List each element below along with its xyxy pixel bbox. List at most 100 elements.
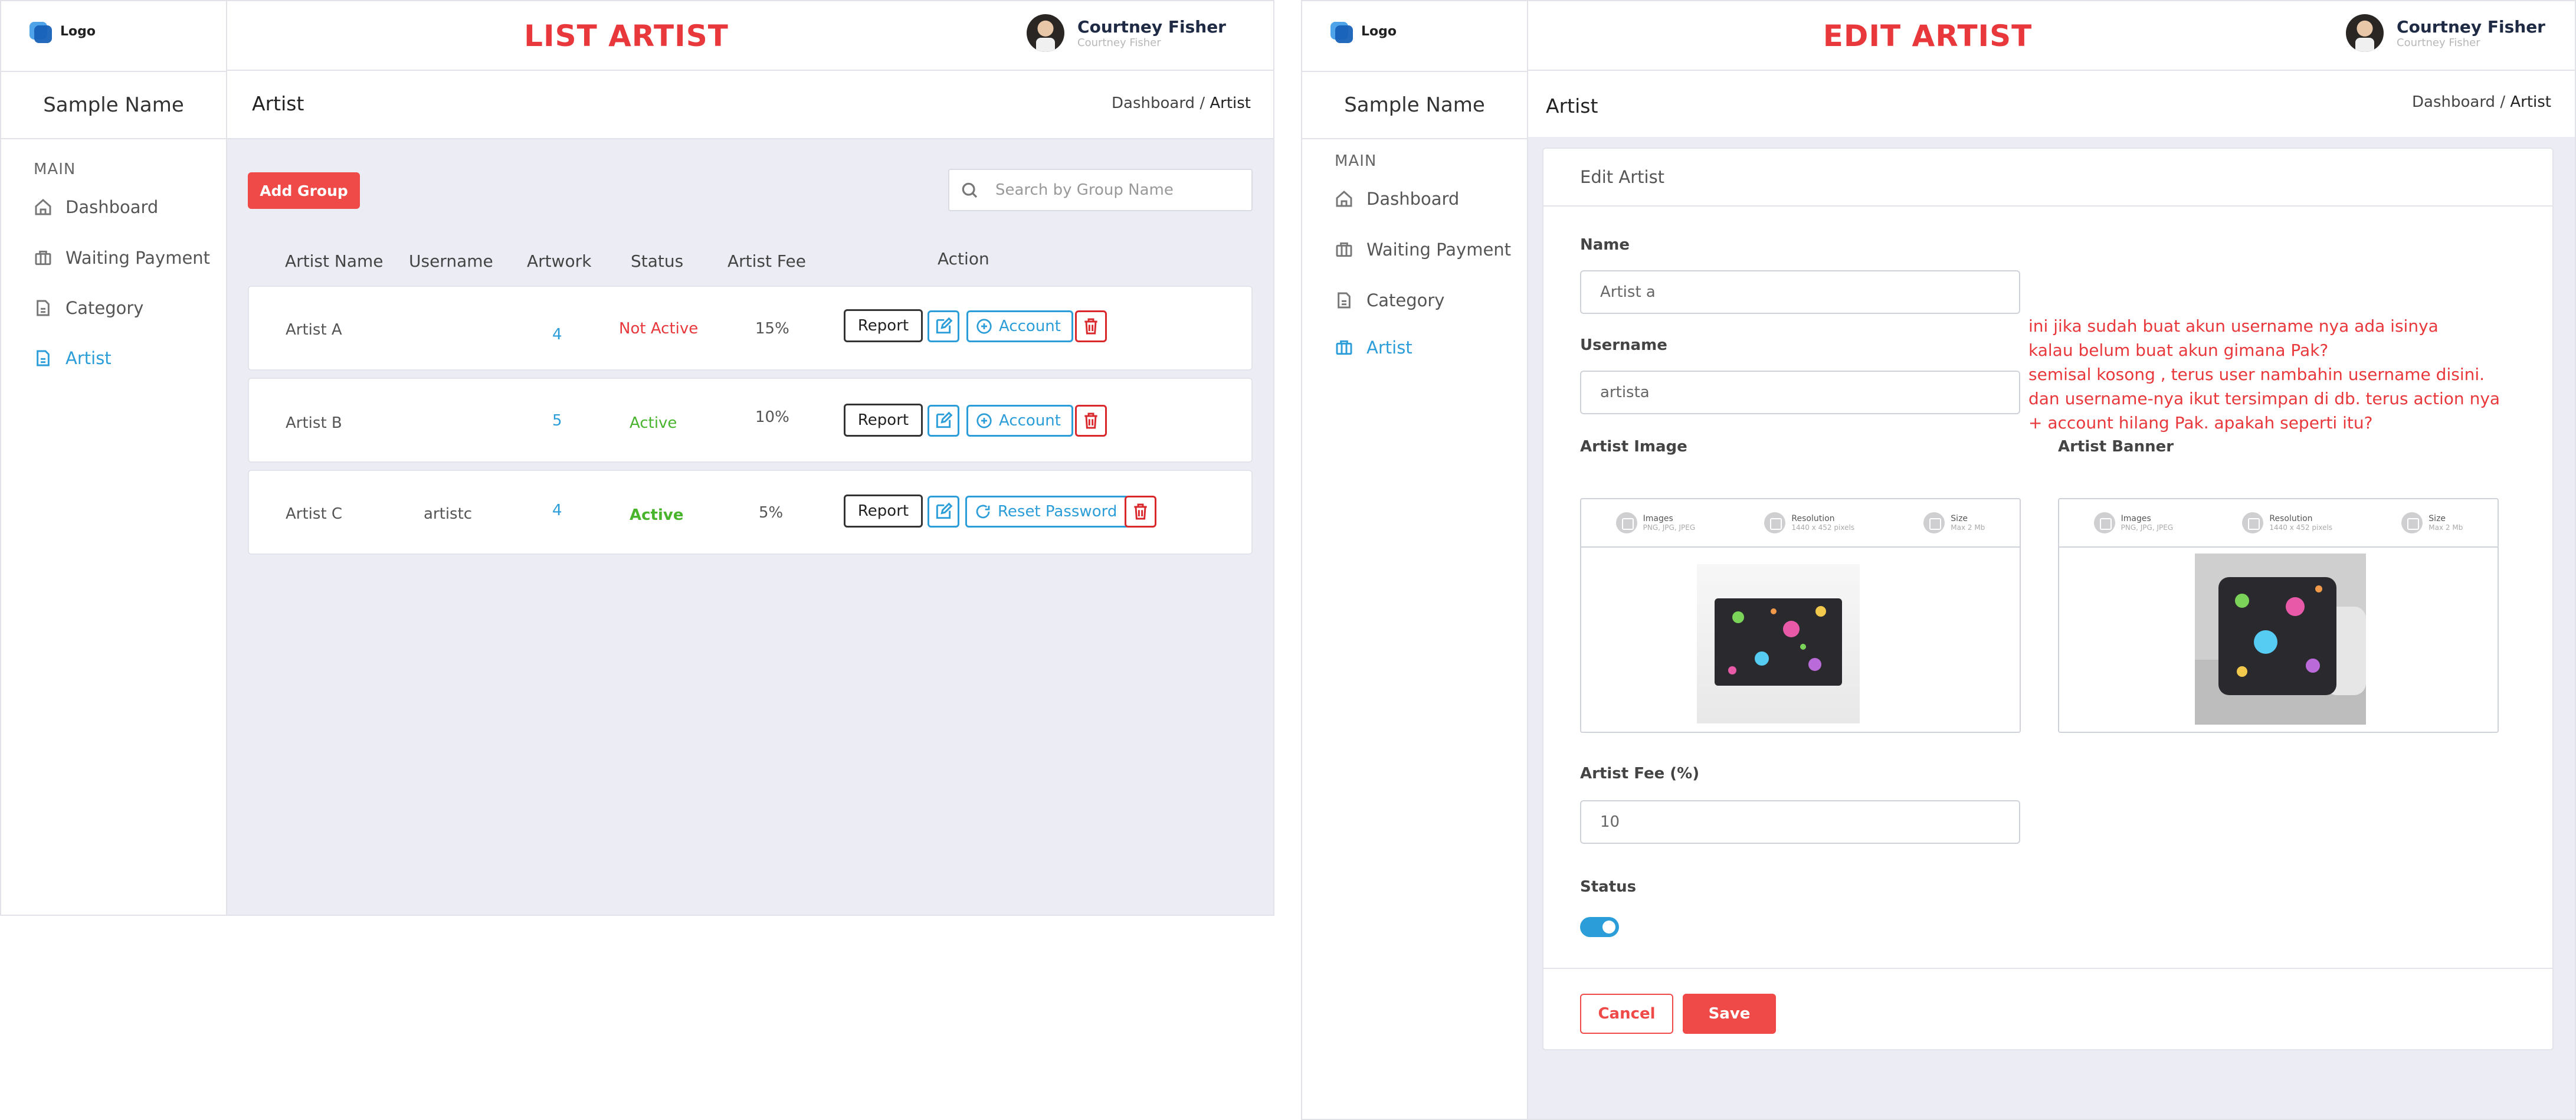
- pouch-illustration: [1715, 598, 1842, 686]
- document-icon: [1338, 292, 1351, 309]
- edit-icon: [936, 317, 953, 334]
- pouch-image: [1697, 564, 1860, 723]
- avatar: [1027, 14, 1065, 52]
- breadcrumb-dashboard[interactable]: Dashboard: [1112, 94, 1195, 112]
- sidebar-item-category[interactable]: Category: [1335, 290, 1444, 310]
- reset-password-button[interactable]: Reset Password: [965, 496, 1130, 528]
- top-bar: LIST ARTIST Courtney Fisher Courtney Fis…: [227, 1, 1273, 71]
- crop-icon: [1923, 512, 1945, 533]
- sidebar-item-label: Artist: [65, 348, 112, 368]
- upload-info-resolution: Resolution 1440 x 452 pixels: [1764, 512, 1854, 533]
- upload-info-images: Images PNG, JPG, JPEG: [1615, 512, 1695, 533]
- menu-title: MAIN: [1335, 152, 1377, 170]
- annotation-note: ini jika sudah buat akun username nya ad…: [2028, 316, 2500, 433]
- upload-info-size: Size Max 2 Mb: [1923, 512, 1985, 533]
- username-input[interactable]: artista: [1580, 371, 2020, 414]
- add-group-button[interactable]: Add Group: [248, 172, 360, 209]
- breadcrumb-separator: /: [1199, 94, 1205, 112]
- section-header: Artist Dashboard / Artist: [227, 71, 1273, 139]
- name-label: Name: [1580, 236, 1630, 254]
- user-profile[interactable]: Courtney Fisher Courtney Fisher: [2346, 14, 2545, 52]
- edit-icon: [936, 411, 953, 428]
- report-button[interactable]: Report: [844, 494, 923, 528]
- artist-image-upload[interactable]: Images PNG, JPG, JPEG Resolution 1440 x 45…: [1580, 498, 2021, 733]
- trash-icon: [1084, 318, 1097, 335]
- briefcase-icon: [1336, 242, 1352, 257]
- sidebar-item-dashboard[interactable]: Dashboard: [1335, 189, 1459, 209]
- artwork-count[interactable]: 4: [552, 326, 562, 343]
- sidebar-item-dashboard[interactable]: Dashboard: [34, 197, 158, 217]
- table-row: Artist A 4 Not Active 15% Report Account: [248, 286, 1253, 371]
- delete-button[interactable]: [1125, 496, 1156, 528]
- card-footer-divider: [1543, 968, 2552, 969]
- upload-info-size: Size Max 2 Mb: [2401, 512, 2463, 533]
- artwork-count[interactable]: 4: [552, 502, 562, 519]
- report-button[interactable]: Report: [844, 404, 923, 437]
- table-row: Artist B 5 Active 10% Report Account: [248, 378, 1253, 463]
- save-button[interactable]: Save: [1683, 994, 1776, 1034]
- sidebar-item-artist[interactable]: Artist: [1335, 338, 1412, 358]
- artist-fee: 5%: [759, 504, 784, 522]
- sidebar-item-label: Dashboard: [1366, 189, 1460, 209]
- briefcase-icon: [1336, 340, 1352, 355]
- breadcrumb: Dashboard / Artist: [2412, 93, 2551, 111]
- delete-button[interactable]: [1075, 405, 1107, 437]
- upload-info-bar: Images PNG, JPG, JPEG Resolution 1440 x 45…: [1581, 499, 2020, 548]
- card-title: Edit Artist: [1543, 149, 2552, 207]
- sidebar-item-waiting-payment[interactable]: Waiting Payment: [34, 248, 210, 268]
- breadcrumb-current: Artist: [1210, 94, 1251, 112]
- username-label: Username: [1580, 336, 1667, 354]
- artist-name: Artist C: [286, 505, 343, 523]
- delete-button[interactable]: [1075, 310, 1107, 342]
- report-button[interactable]: Report: [844, 309, 923, 342]
- artist-fee: 10%: [755, 408, 789, 426]
- reset-password-button-label: Reset Password: [998, 503, 1117, 520]
- status-toggle[interactable]: [1580, 917, 1619, 937]
- sidebar-item-waiting-payment[interactable]: Waiting Payment: [1335, 240, 1511, 260]
- artwork-count[interactable]: 5: [552, 412, 562, 430]
- sidebar-item-label: Dashboard: [65, 197, 159, 217]
- pillow-image: [2195, 554, 2366, 725]
- artist-name: Artist A: [286, 321, 342, 339]
- artist-fee-input[interactable]: 10: [1580, 800, 2020, 844]
- page-title: LIST ARTIST: [524, 19, 729, 53]
- logo-text: Logo: [1361, 24, 1397, 39]
- section-title: Artist: [1546, 94, 1598, 117]
- edit-button[interactable]: [928, 405, 959, 437]
- cancel-button[interactable]: Cancel: [1580, 994, 1673, 1034]
- home-icon: [1336, 191, 1352, 207]
- name-input[interactable]: Artist a: [1580, 270, 2020, 314]
- edit-button[interactable]: [928, 496, 959, 528]
- edit-button[interactable]: [928, 310, 959, 342]
- logo-text: Logo: [60, 24, 96, 39]
- plus-circle-icon: [976, 413, 992, 428]
- artist-banner-upload[interactable]: Images PNG, JPG, JPEG Resolution 1440 x 45…: [2058, 498, 2499, 733]
- column-header-artist-name: Artist Name: [285, 251, 384, 271]
- table-row: Artist C artistc 4 Active 5% Report Rese…: [248, 470, 1253, 555]
- sidebar-item-label: Waiting Payment: [1366, 240, 1512, 260]
- user-profile[interactable]: Courtney Fisher Courtney Fisher: [1027, 14, 1226, 52]
- search-box[interactable]: Search by Group Name: [948, 169, 1253, 211]
- main-content: Add Group Search by Group Name Artist Na…: [227, 139, 1273, 915]
- account-button[interactable]: Account: [966, 310, 1073, 342]
- logo[interactable]: Logo: [30, 17, 96, 46]
- search-input[interactable]: Search by Group Name: [995, 181, 1174, 199]
- status-badge: Not Active: [619, 320, 699, 338]
- account-button-label: Account: [999, 412, 1061, 430]
- sidebar-item-category[interactable]: Category: [34, 298, 143, 318]
- user-name: Courtney Fisher: [2397, 17, 2545, 37]
- breadcrumb-dashboard[interactable]: Dashboard: [2412, 93, 2495, 111]
- breadcrumb: Dashboard / Artist: [1112, 94, 1251, 112]
- home-icon: [35, 199, 51, 215]
- resolution-icon: [2242, 512, 2264, 533]
- sidebar-item-label: Category: [65, 298, 144, 318]
- image-icon: [1615, 512, 1637, 533]
- document-icon: [37, 350, 50, 366]
- sidebar-item-label: Category: [1366, 290, 1445, 310]
- account-button[interactable]: Account: [966, 405, 1073, 437]
- sidebar-item-artist[interactable]: Artist: [34, 348, 112, 368]
- upload-info-bar: Images PNG, JPG, JPEG Resolution 1440 x 45…: [2059, 499, 2498, 548]
- main-content: Edit Artist Name Artist a Username artis…: [1528, 137, 2575, 1119]
- list-artist-screen: Logo Sample Name MAIN Dashboard Waiting …: [0, 0, 1274, 916]
- logo[interactable]: Logo: [1330, 17, 1397, 46]
